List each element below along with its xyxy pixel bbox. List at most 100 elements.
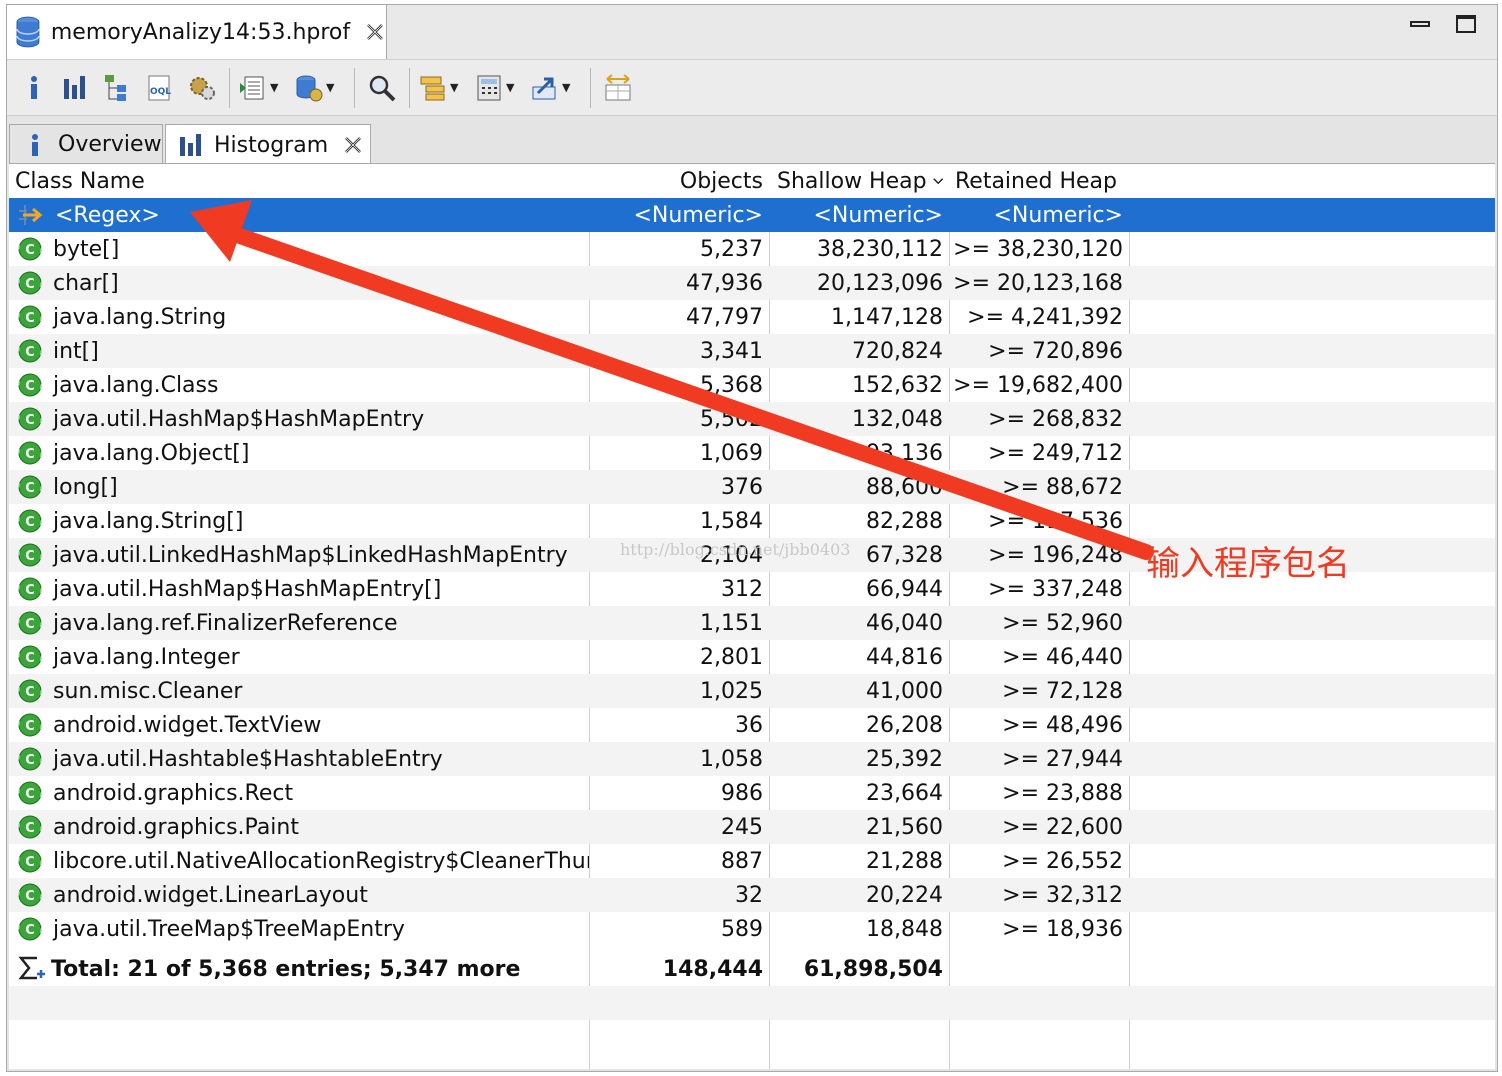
class-icon: C xyxy=(18,815,42,839)
tab-histogram-label: Histogram xyxy=(214,132,329,158)
close-icon[interactable] xyxy=(342,134,364,156)
svg-text:C: C xyxy=(25,651,35,666)
info-button[interactable] xyxy=(15,68,53,108)
filter-row[interactable]: <Regex> <Numeric> <Numeric> <Numeric> xyxy=(9,198,1495,232)
filter-retained-heap[interactable]: <Numeric> xyxy=(949,198,1129,232)
database-icon xyxy=(16,16,40,48)
class-icon: C xyxy=(18,475,42,499)
class-icon: C xyxy=(18,373,42,397)
dominator-tree-button[interactable] xyxy=(99,68,137,108)
table-row[interactable]: Candroid.graphics.Rect 986 23,664 >= 23,888 xyxy=(9,776,1495,810)
shallow-heap-cell: 23,664 xyxy=(866,780,943,806)
class-name-cell[interactable]: Candroid.graphics.Paint xyxy=(9,810,589,844)
table-row[interactable]: Cjava.lang.String[] 1,584 82,288 >= 117,536 xyxy=(9,504,1495,538)
compare-icon xyxy=(605,73,631,100)
filter-class-name[interactable]: <Regex> xyxy=(9,198,589,232)
class-name: java.util.TreeMap$TreeMapEntry xyxy=(53,916,405,942)
class-name-cell[interactable]: Cjava.util.HashMap$HashMapEntry xyxy=(9,402,589,436)
class-name-cell[interactable]: Cbyte[] xyxy=(9,232,589,266)
shallow-heap-cell: 20,224 xyxy=(866,882,943,908)
table-row[interactable]: Candroid.graphics.Paint 245 21,560 >= 22,60… xyxy=(9,810,1495,844)
search-button[interactable] xyxy=(363,68,401,108)
table-row[interactable]: Cjava.util.HashMap$HashMapEntry 5,502 132,… xyxy=(9,402,1495,436)
class-name-cell[interactable]: Cchar[] xyxy=(9,266,589,300)
dominator-tree-icon xyxy=(105,74,126,101)
table-row[interactable]: Cjava.util.TreeMap$TreeMapEntry 589 18,848… xyxy=(9,912,1495,946)
table-row[interactable]: Cjava.lang.ref.FinalizerReference 1,151 46… xyxy=(9,606,1495,640)
export-dropdown[interactable]: ▼ xyxy=(530,68,582,108)
column-header-objects[interactable]: Objects xyxy=(589,164,769,198)
histogram-icon xyxy=(64,75,85,99)
column-header-shallow-heap[interactable]: Shallow Heap xyxy=(769,164,949,198)
class-name-cell[interactable]: Candroid.graphics.Rect xyxy=(9,776,589,810)
filter-objects[interactable]: <Numeric> xyxy=(589,198,769,232)
maximize-icon[interactable] xyxy=(1455,13,1477,35)
class-name-cell[interactable]: Candroid.widget.TextView xyxy=(9,708,589,742)
column-header-retained-heap[interactable]: Retained Heap xyxy=(949,164,1129,198)
chevron-down-icon: ▼ xyxy=(506,81,515,94)
filter-shallow-heap[interactable]: <Numeric> xyxy=(769,198,949,232)
table-row[interactable]: Cjava.lang.Integer 2,801 44,816 >= 46,440 xyxy=(9,640,1495,674)
objects-cell: 32 xyxy=(735,882,763,908)
thread-overview-button[interactable] xyxy=(183,68,221,108)
class-name-cell[interactable]: Csun.misc.Cleaner xyxy=(9,674,589,708)
class-name-cell[interactable]: Cjava.lang.Integer xyxy=(9,640,589,674)
shallow-heap-cell: 21,560 xyxy=(866,814,943,840)
reports-dropdown[interactable]: ▼ xyxy=(238,68,290,108)
table-row[interactable]: Cchar[] 47,936 20,123,096 >= 20,123,168 xyxy=(9,266,1495,300)
table-row[interactable]: Cjava.lang.String 47,797 1,147,128 >= 4,241… xyxy=(9,300,1495,334)
svg-text:C: C xyxy=(25,243,35,258)
tab-overview[interactable]: Overview xyxy=(9,124,163,164)
table-row[interactable]: Cbyte[] 5,237 38,230,112 >= 38,230,120 xyxy=(9,232,1495,266)
class-name-cell[interactable]: Candroid.widget.LinearLayout xyxy=(9,878,589,912)
editor-tab-hprof[interactable]: memoryAnalizy14:53.hprof xyxy=(7,5,387,59)
objects-cell: 986 xyxy=(721,780,763,806)
class-icon: C xyxy=(18,271,42,295)
table-row[interactable]: Cjava.lang.Object[] 1,069 93,136 >= 249,712 xyxy=(9,436,1495,470)
calculate-dropdown[interactable]: ▼ xyxy=(474,68,526,108)
table-row[interactable]: Candroid.widget.TextView 36 26,208 >= 48,49… xyxy=(9,708,1495,742)
shallow-heap-cell: 20,123,096 xyxy=(817,270,943,296)
svg-text:C: C xyxy=(25,481,35,496)
column-header-class-name[interactable]: Class Name xyxy=(9,164,589,198)
table-row[interactable]: Cjava.util.Hashtable$HashtableEntry 1,058… xyxy=(9,742,1495,776)
filter-arrow-icon xyxy=(19,205,43,225)
svg-text:C: C xyxy=(25,617,35,632)
heap-dump-dropdown[interactable]: ▼ xyxy=(294,68,346,108)
group-dropdown[interactable]: ▼ xyxy=(418,68,470,108)
class-name-cell[interactable]: Cjava.util.TreeMap$TreeMapEntry xyxy=(9,912,589,946)
class-name: android.graphics.Paint xyxy=(53,814,299,840)
objects-cell: 5,368 xyxy=(700,372,763,398)
class-name-cell[interactable]: Cjava.util.HashMap$HashMapEntry[] xyxy=(9,572,589,606)
search-icon xyxy=(369,75,396,101)
shallow-heap-cell: 1,147,128 xyxy=(831,304,943,330)
class-name-cell[interactable]: Cint[] xyxy=(9,334,589,368)
table-row[interactable]: Cint[] 3,341 720,824 >= 720,896 xyxy=(9,334,1495,368)
svg-text:C: C xyxy=(25,753,35,768)
class-name-cell[interactable]: Cjava.util.LinkedHashMap$LinkedHashMapEn… xyxy=(9,538,589,572)
shallow-heap-cell: 38,230,112 xyxy=(817,236,943,262)
table-row[interactable]: Cjava.lang.Class 5,368 152,632 >= 19,682,40… xyxy=(9,368,1495,402)
class-name-cell[interactable]: Cjava.lang.Class xyxy=(9,368,589,402)
minimize-icon[interactable] xyxy=(1409,13,1431,35)
retained-heap-cell: >= 720,896 xyxy=(988,338,1123,364)
class-name-cell[interactable]: Cjava.lang.String[] xyxy=(9,504,589,538)
tab-histogram[interactable]: Histogram xyxy=(165,124,371,165)
table-row[interactable]: Clong[] 376 88,600 >= 88,672 xyxy=(9,470,1495,504)
class-icon: C xyxy=(18,713,42,737)
class-name-cell[interactable]: Cjava.lang.String xyxy=(9,300,589,334)
objects-cell: 47,936 xyxy=(686,270,763,296)
table-row[interactable]: Clibcore.util.NativeAllocationRegistry$C… xyxy=(9,844,1495,878)
table-row[interactable]: Candroid.widget.LinearLayout 32 20,224 >= 3… xyxy=(9,878,1495,912)
table-row[interactable]: Csun.misc.Cleaner 1,025 41,000 >= 72,128 xyxy=(9,674,1495,708)
class-name-cell[interactable]: Clong[] xyxy=(9,470,589,504)
class-name-cell[interactable]: Clibcore.util.NativeAllocationRegistry$C… xyxy=(9,844,589,878)
class-name-cell[interactable]: Cjava.lang.ref.FinalizerReference xyxy=(9,606,589,640)
close-icon[interactable] xyxy=(364,21,386,43)
class-icon: C xyxy=(18,543,42,567)
class-name-cell[interactable]: Cjava.lang.Object[] xyxy=(9,436,589,470)
compare-button[interactable] xyxy=(599,68,637,108)
oql-button[interactable]: OQL xyxy=(141,68,179,108)
class-name-cell[interactable]: Cjava.util.Hashtable$HashtableEntry xyxy=(9,742,589,776)
histogram-button[interactable] xyxy=(57,68,95,108)
